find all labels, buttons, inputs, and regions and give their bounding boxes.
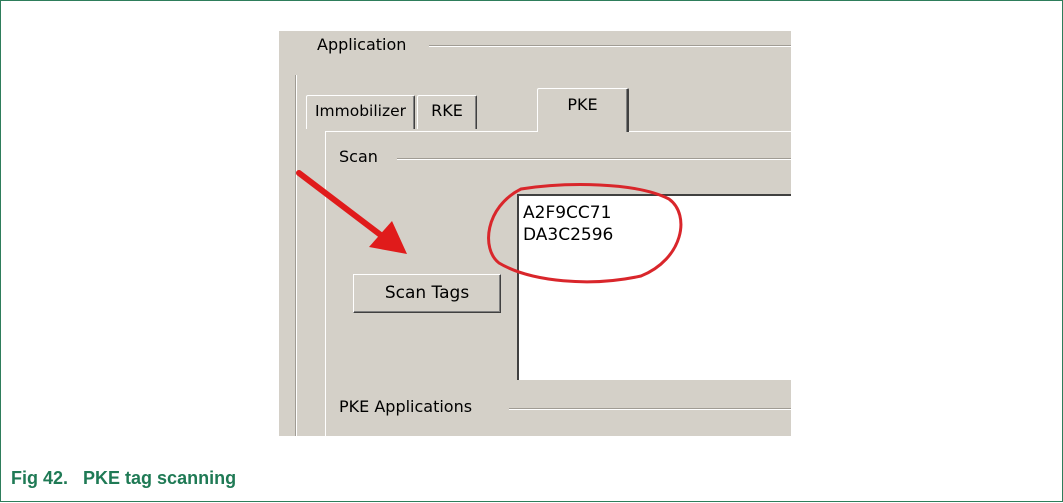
- application-group-line: [429, 45, 791, 47]
- scan-group-label: Scan: [335, 147, 382, 166]
- pke-applications-group-line: [509, 408, 791, 410]
- tag-list-item[interactable]: A2F9CC71: [519, 202, 791, 224]
- tab-pke[interactable]: PKE: [537, 88, 629, 132]
- tab-immobilizer[interactable]: Immobilizer: [306, 95, 415, 129]
- tag-list-box[interactable]: A2F9CC71 DA3C2596: [517, 194, 791, 380]
- application-window: Application Immobilizer RKE PKE Scan Sca…: [279, 31, 791, 436]
- scan-group-line: [397, 158, 791, 160]
- figure-caption: Fig 42. PKE tag scanning: [11, 468, 236, 489]
- figure-number: Fig 42.: [11, 468, 69, 488]
- figure-title: PKE tag scanning: [83, 468, 237, 488]
- scan-tags-button[interactable]: Scan Tags: [353, 274, 501, 313]
- pke-applications-group-label: PKE Applications: [335, 397, 477, 416]
- tag-list-item[interactable]: DA3C2596: [519, 224, 791, 246]
- application-group-label: Application: [313, 35, 411, 54]
- tab-rke[interactable]: RKE: [417, 95, 477, 129]
- figure-frame: Application Immobilizer RKE PKE Scan Sca…: [0, 0, 1063, 502]
- application-group-border: [295, 75, 296, 436]
